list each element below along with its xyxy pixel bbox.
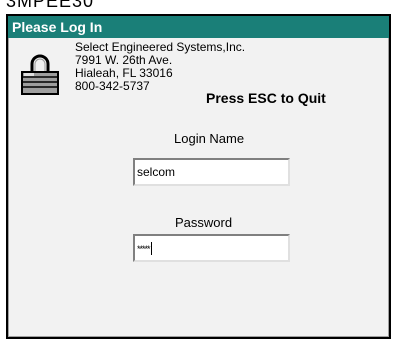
esc-quit-hint: Press ESC to Quit [206, 90, 326, 106]
password-label: Password [175, 215, 233, 230]
password-masked-value: ***** [137, 243, 150, 254]
password-input[interactable]: ***** [133, 234, 290, 262]
login-dialog: Please Log In Select Engineered Systems,… [6, 14, 391, 339]
text-caret [150, 242, 152, 256]
padlock-icon [21, 54, 59, 95]
login-name-value: selcom [137, 165, 176, 179]
background-heading-fragment: 3MPEE30 [0, 0, 398, 14]
login-name-input[interactable]: selcom [133, 158, 290, 186]
company-address: Select Engineered Systems,Inc. 7991 W. 2… [75, 41, 245, 93]
dialog-titlebar[interactable]: Please Log In [8, 16, 389, 38]
dialog-title: Please Log In [12, 19, 103, 35]
login-name-label: Login Name [174, 131, 245, 146]
background-heading-text: 3MPEE30 [6, 0, 95, 11]
